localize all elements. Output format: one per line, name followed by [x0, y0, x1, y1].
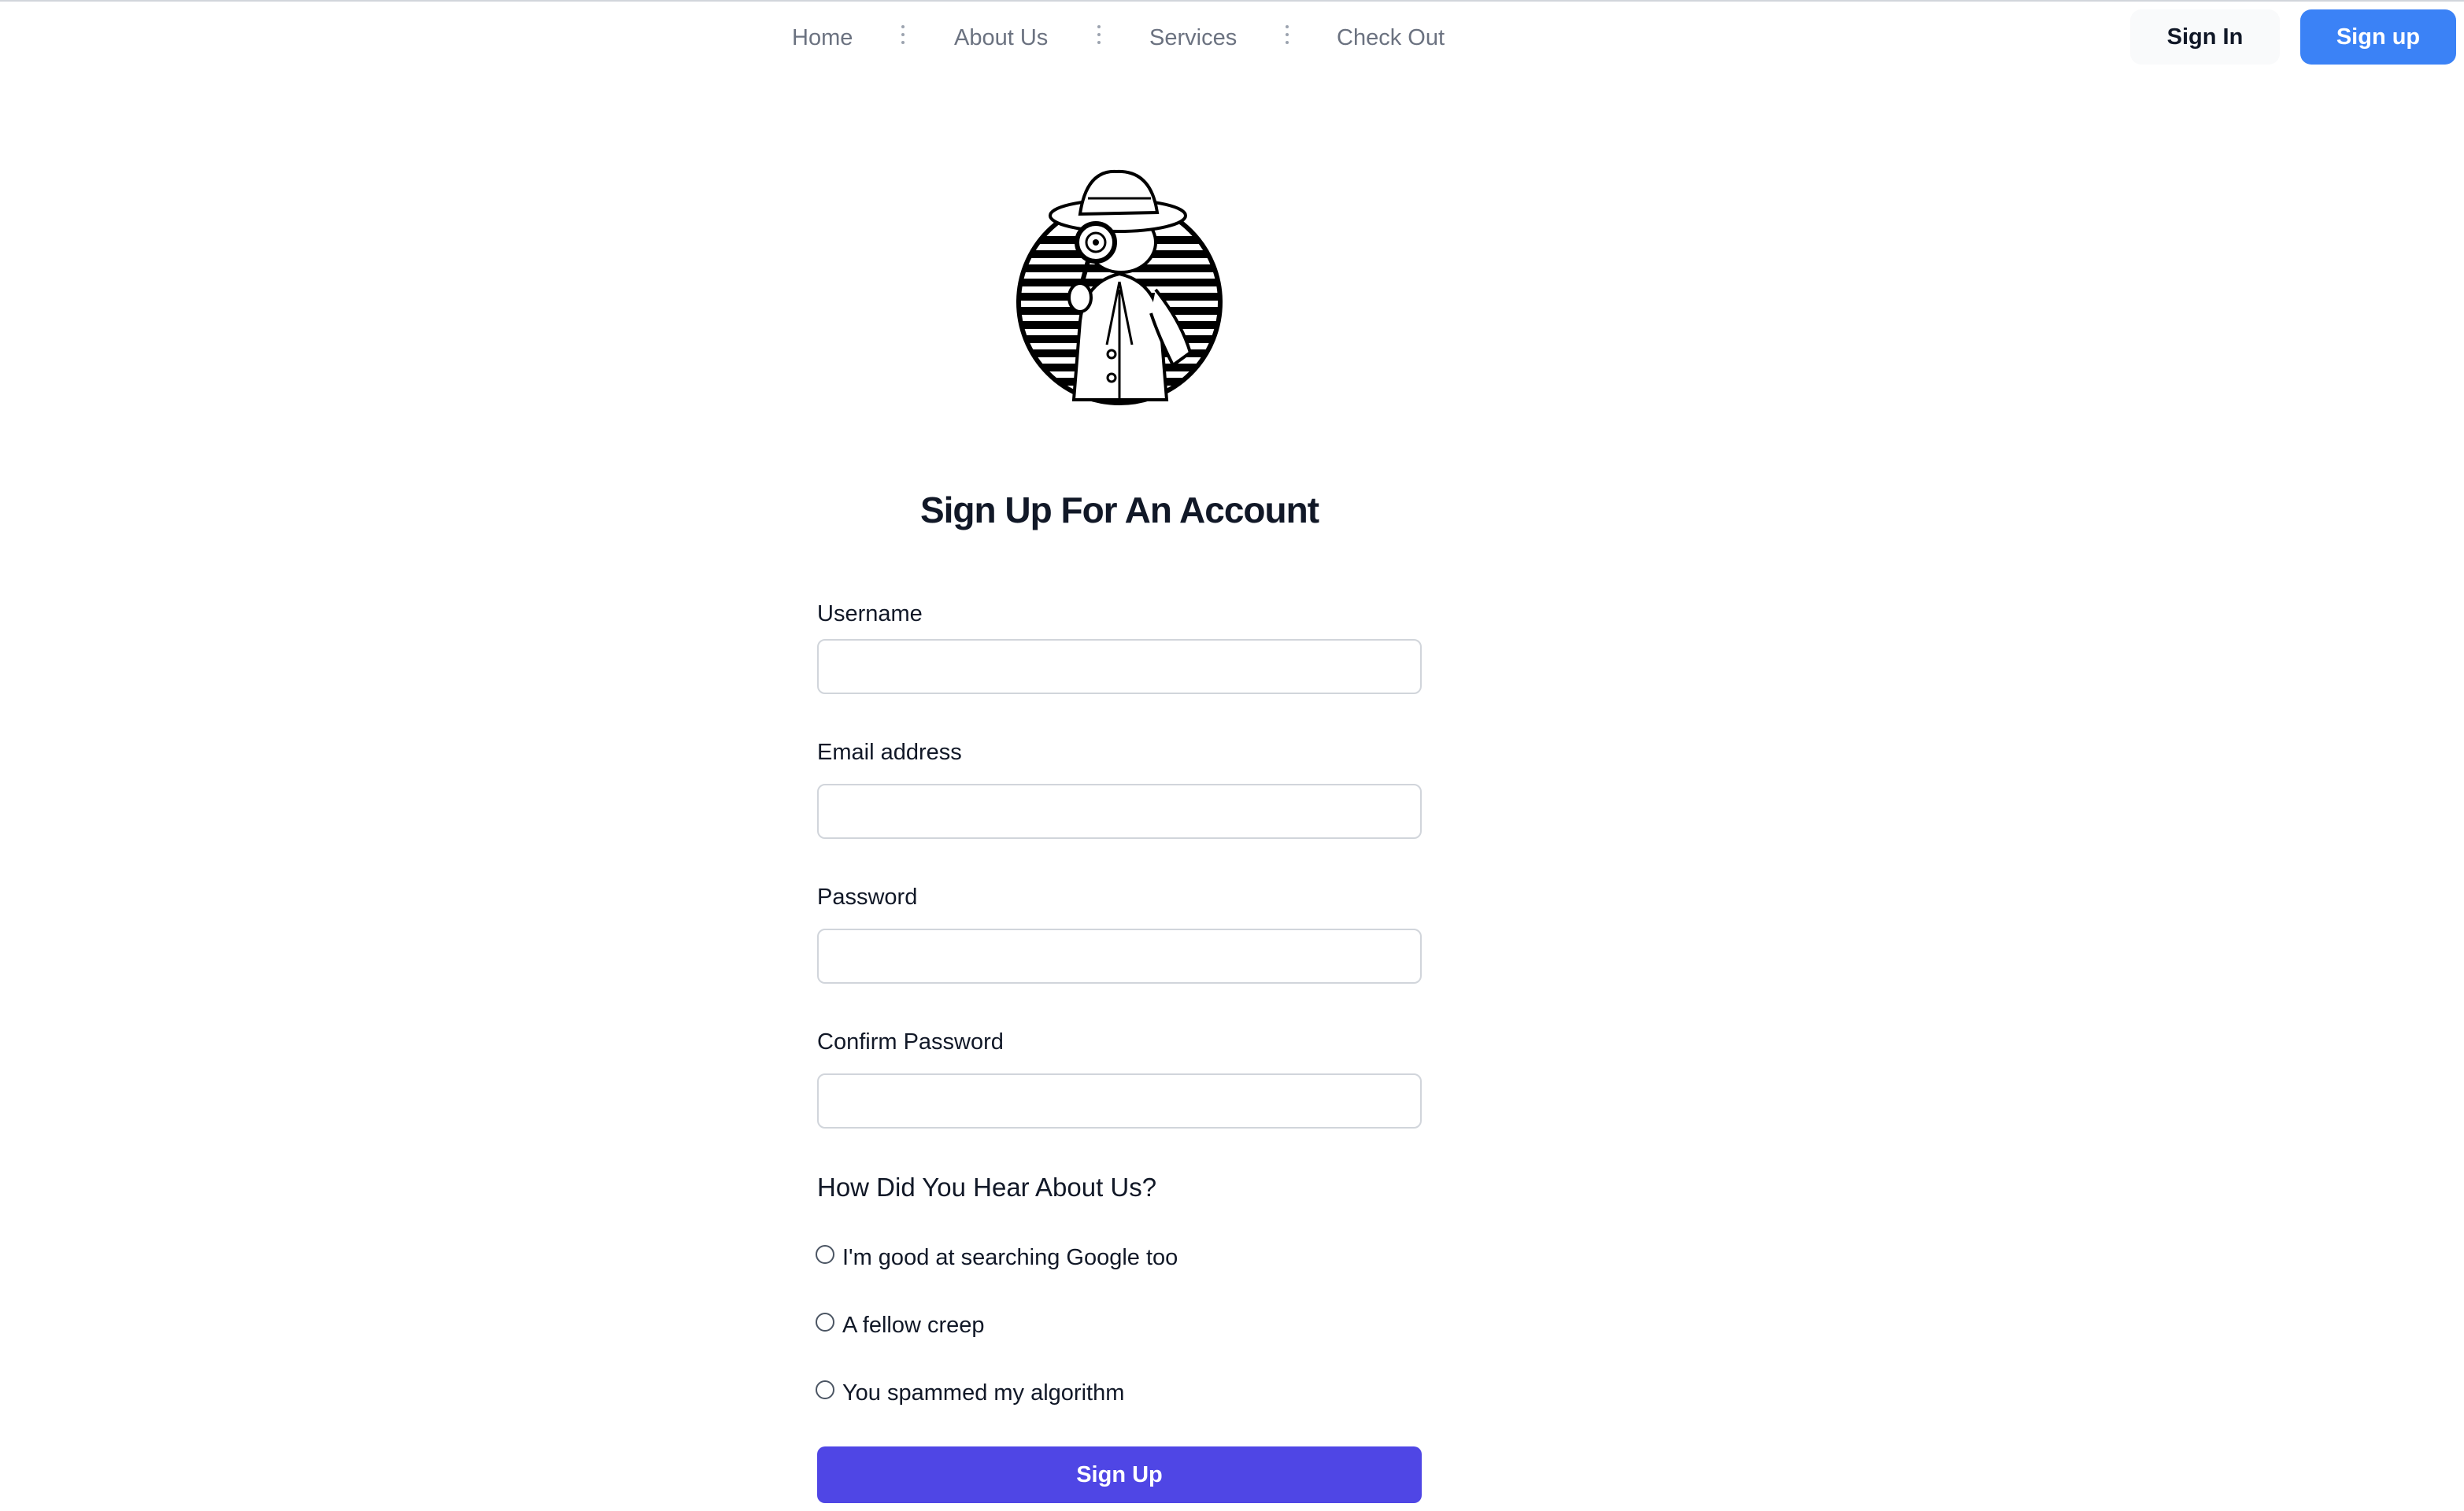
referral-option-fellow-creep[interactable]: A fellow creep [816, 1310, 985, 1341]
referral-option-spammed[interactable]: You spammed my algorithm [816, 1377, 1124, 1409]
nav-separator [1097, 25, 1101, 46]
username-label: Username [817, 601, 923, 626]
top-navigation: Home About Us Services Check Out Sign In… [0, 0, 2464, 76]
page-title: Sign Up For An Account [919, 490, 1319, 530]
email-label: Email address [817, 740, 962, 765]
password-label: Password [817, 885, 918, 910]
radio-button[interactable] [816, 1313, 834, 1332]
confirm-password-input[interactable] [817, 1073, 1422, 1129]
nav-link-check-out[interactable]: Check Out [1337, 24, 1445, 52]
radio-button[interactable] [816, 1245, 834, 1264]
referral-section-title: How Did You Hear About Us? [817, 1173, 1157, 1202]
sign-up-nav-button[interactable]: Sign up [2300, 9, 2456, 65]
referral-option-label: I'm good at searching Google too [842, 1245, 1178, 1270]
radio-button[interactable] [816, 1380, 834, 1399]
submit-sign-up-button[interactable]: Sign Up [817, 1446, 1422, 1503]
sign-in-button[interactable]: Sign In [2130, 9, 2280, 65]
detective-logo-icon [1012, 164, 1226, 412]
confirm-password-label: Confirm Password [817, 1029, 1004, 1055]
nav-link-about-us[interactable]: About Us [954, 24, 1048, 52]
referral-option-label: You spammed my algorithm [842, 1380, 1125, 1406]
nav-separator [1285, 25, 1289, 46]
nav-link-services[interactable]: Services [1149, 24, 1237, 52]
nav-separator [901, 25, 905, 46]
email-input[interactable] [817, 784, 1422, 839]
referral-option-google[interactable]: I'm good at searching Google too [816, 1242, 1178, 1273]
nav-link-home[interactable]: Home [792, 24, 853, 52]
username-input[interactable] [817, 639, 1422, 694]
referral-option-label: A fellow creep [842, 1313, 985, 1338]
password-input[interactable] [817, 929, 1422, 984]
